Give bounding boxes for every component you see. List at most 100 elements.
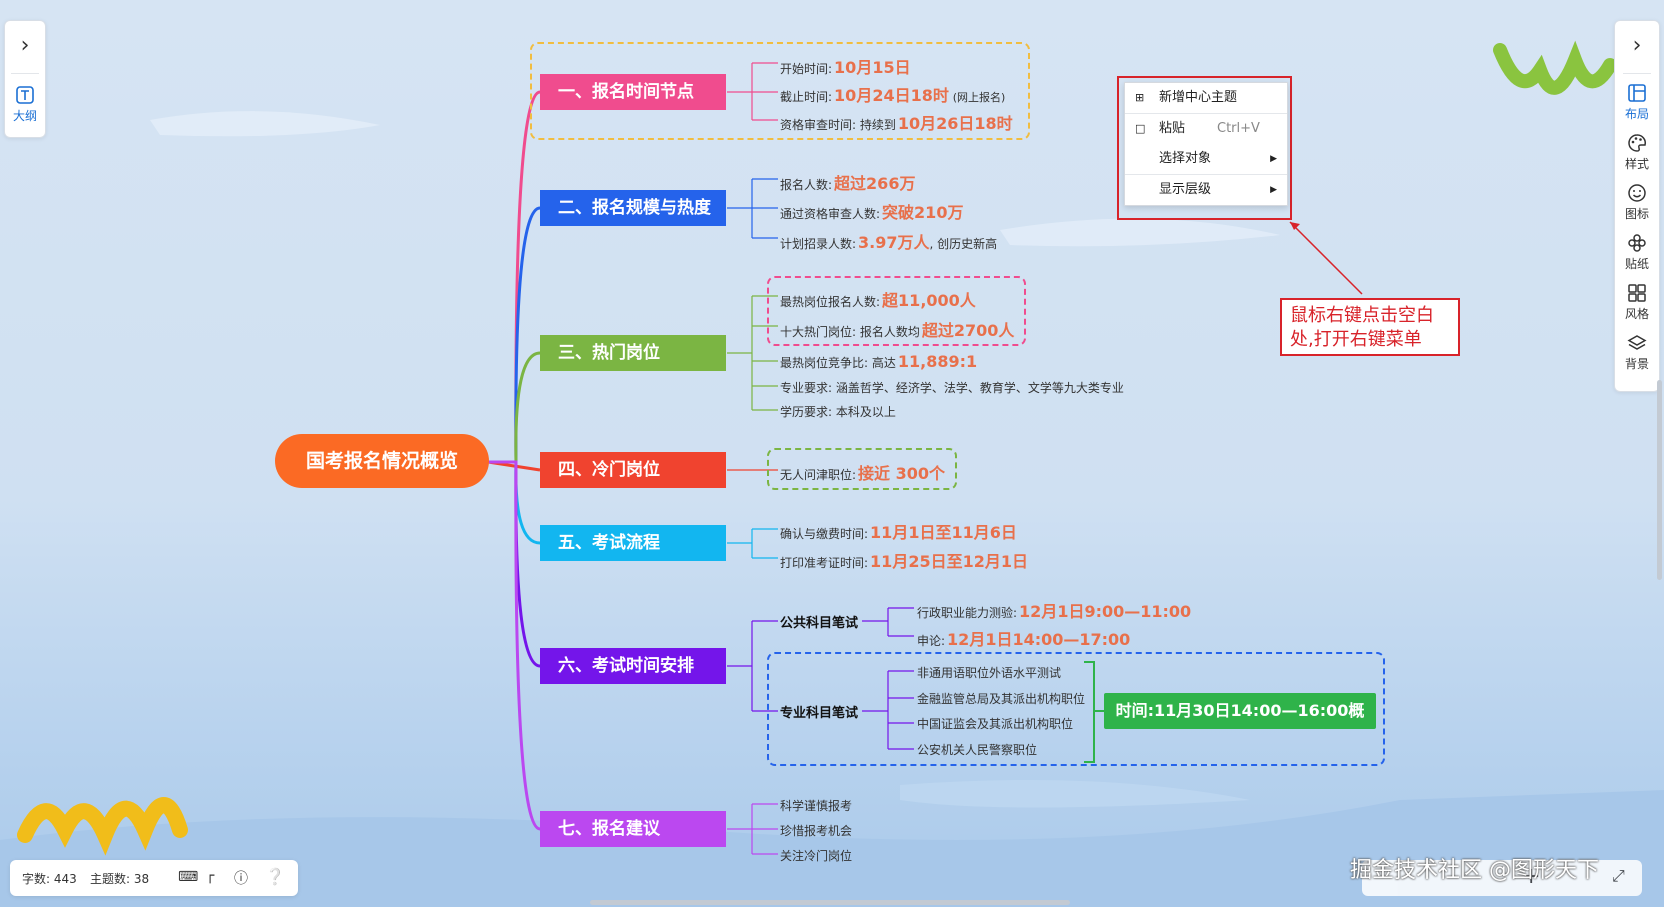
- leaf-essay-test[interactable]: 申论: 12月1日14:00—17:00: [917, 626, 1130, 650]
- leaf-suggestion[interactable]: 科学谨慎报考: [780, 797, 852, 814]
- leaf-text: 关注冷门岗位: [780, 849, 853, 863]
- leaf-text: 报名人数:: [780, 178, 833, 192]
- submenu-arrow-icon: ▶: [1270, 185, 1277, 195]
- leaf-highlight: 11月25日至12月1日: [870, 552, 1028, 571]
- leaf-text: 专业要求: 涵盖哲学、经济学、法学、教育学、文学等九大类专业: [780, 381, 1124, 395]
- annotation-text-line: 处,打开右键菜单: [1290, 329, 1422, 350]
- branch-label: 二、报名规模与热度: [558, 198, 711, 218]
- structure-icon[interactable]: ┌: [206, 868, 214, 884]
- leaf-highlight: 接近 300个: [858, 464, 946, 483]
- menu-item-label: 显示层级: [1159, 182, 1212, 197]
- info-icon[interactable]: ⓘ: [234, 868, 248, 888]
- leaf-text: 确认与缴费时间:: [780, 527, 869, 541]
- leaf-highlight: 10月24日18时: [834, 86, 949, 105]
- leaf-pro-item[interactable]: 金融监管总局及其派出机构职位: [917, 690, 1085, 707]
- leaf-highlight: 12月1日9:00—11:00: [1019, 602, 1192, 621]
- leaf-highlight: 11,889:1: [897, 352, 978, 371]
- paste-icon: □: [1135, 122, 1146, 135]
- leaf-text: 申论:: [917, 634, 946, 648]
- leaf-end-time[interactable]: 截止时间: 10月24日18时 (网上报名): [780, 82, 1005, 106]
- leaf-highlight: 超11,000人: [882, 291, 976, 310]
- keyboard-icon[interactable]: ⌨: [178, 869, 198, 885]
- menu-item-add-center-topic[interactable]: ⊞ 新增中心主题: [1125, 83, 1287, 113]
- branch-registration-timeline[interactable]: 一、报名时间节点: [540, 74, 726, 110]
- word-count: 字数: 443: [22, 872, 77, 886]
- topic-count: 主题数: 38: [90, 872, 150, 886]
- leaf-degree-requirement[interactable]: 学历要求: 本科及以上: [780, 403, 896, 420]
- leaf-text: 学历要求: 本科及以上: [780, 405, 896, 419]
- branch-suggestions[interactable]: 七、报名建议: [540, 811, 726, 847]
- root-topic[interactable]: 国考报名情况概览: [275, 434, 489, 488]
- menu-item-label: 新增中心主题: [1159, 90, 1238, 105]
- fullscreen-icon[interactable]: ⤢: [1612, 866, 1625, 886]
- leaf-planned-hires[interactable]: 计划招录人数: 3.97万人, 创历史新高: [780, 229, 997, 253]
- branch-exam-process[interactable]: 五、考试流程: [540, 525, 726, 561]
- leaf-admin-test[interactable]: 行政职业能力测验: 12月1日9:00—11:00: [917, 598, 1191, 622]
- leaf-text: 公安机关人民警察职位: [917, 743, 1038, 757]
- leaf-highlight: 3.97万人: [858, 233, 930, 252]
- menu-item-label: 粘贴: [1159, 121, 1186, 136]
- leaf-suggestion[interactable]: 珍惜报考机会: [780, 822, 852, 839]
- leaf-text: 开始时间:: [780, 62, 833, 76]
- leaf-text: 打印准考证时间:: [780, 556, 869, 570]
- leaf-passed-review[interactable]: 通过资格审查人数: 突破210万: [780, 199, 963, 223]
- pro-time-label: 时间:11月30日14:00—16:00概: [1115, 701, 1365, 720]
- help-icon[interactable]: ❔: [265, 867, 285, 886]
- branch-hot-posts[interactable]: 三、热门岗位: [540, 335, 726, 371]
- status-bar: 字数: 443 主题数: 38 ⌨ ┌ ⓘ ❔: [10, 860, 298, 896]
- subtopic-label: 公共科目笔试: [780, 616, 859, 631]
- menu-item-paste[interactable]: □ 粘贴 Ctrl+V: [1125, 114, 1287, 144]
- leaf-pro-item[interactable]: 中国证监会及其派出机构职位: [917, 715, 1073, 732]
- leaf-review-time[interactable]: 资格审查时间: 持续到 10月26日18时: [780, 110, 1013, 134]
- leaf-highlight: 超过2700人: [921, 321, 1015, 340]
- annotation-callout: 鼠标右键点击空白 处,打开右键菜单: [1280, 298, 1460, 356]
- subtopic-label: 专业科目笔试: [780, 706, 859, 721]
- horizontal-scrollbar[interactable]: [590, 900, 1070, 905]
- subtopic-pro-exam[interactable]: 专业科目笔试: [780, 702, 858, 721]
- menu-item-show-level[interactable]: 显示层级 ▶: [1125, 175, 1287, 205]
- leaf-text: 最热岗位竞争比: 高达: [780, 356, 896, 370]
- branch-scale-heat[interactable]: 二、报名规模与热度: [540, 190, 726, 226]
- leaf-highlight: 11月1日至11月6日: [870, 523, 1017, 542]
- leaf-text: 资格审查时间: 持续到: [780, 118, 896, 132]
- context-menu: ⊞ 新增中心主题 □ 粘贴 Ctrl+V 选择对象 ▶ 显示层级 ▶: [1124, 82, 1288, 206]
- leaf-text: 中国证监会及其派出机构职位: [917, 717, 1074, 731]
- leaf-highlight: 12月1日14:00—17:00: [947, 630, 1131, 649]
- menu-item-shortcut: Ctrl+V: [1217, 121, 1260, 136]
- leaf-highlight: 突破210万: [882, 203, 964, 222]
- leaf-suggestion[interactable]: 关注冷门岗位: [780, 847, 852, 864]
- leaf-top-ten-posts[interactable]: 十大热门岗位: 报名人数均 超过2700人: [780, 317, 1014, 341]
- leaf-text: 计划招录人数:: [780, 237, 857, 251]
- annotation-text-line: 鼠标右键点击空白: [1290, 305, 1434, 326]
- leaf-hottest-applicants[interactable]: 最热岗位报名人数: 超11,000人: [780, 287, 976, 311]
- pro-exam-time-node[interactable]: 时间:11月30日14:00—16:00概: [1104, 693, 1376, 729]
- branch-cold-posts[interactable]: 四、冷门岗位: [540, 452, 726, 488]
- subtopic-public-exam[interactable]: 公共科目笔试: [780, 612, 858, 631]
- leaf-text: 行政职业能力测验:: [917, 606, 1018, 620]
- leaf-pro-item[interactable]: 公安机关人民警察职位: [917, 741, 1037, 758]
- leaf-major-requirement[interactable]: 专业要求: 涵盖哲学、经济学、法学、教育学、文学等九大类专业: [780, 379, 1124, 396]
- leaf-text: 最热岗位报名人数:: [780, 295, 881, 309]
- leaf-highlight: 超过266万: [834, 174, 916, 193]
- leaf-text: 珍惜报考机会: [780, 824, 853, 838]
- root-topic-label: 国考报名情况概览: [305, 450, 458, 472]
- leaf-text: 非通用语职位外语水平测试: [917, 666, 1062, 680]
- watermark: 掘金技术社区 @图形天下: [1350, 858, 1599, 883]
- leaf-unpopular-posts[interactable]: 无人问津职位: 接近 300个: [780, 460, 945, 484]
- leaf-text: 截止时间:: [780, 90, 833, 104]
- leaf-text: 通过资格审查人数:: [780, 207, 881, 221]
- branch-label: 四、冷门岗位: [558, 460, 660, 480]
- leaf-confirm-pay[interactable]: 确认与缴费时间: 11月1日至11月6日: [780, 519, 1017, 543]
- leaf-competition-ratio[interactable]: 最热岗位竞争比: 高达 11,889:1: [780, 352, 977, 371]
- leaf-applicants[interactable]: 报名人数: 超过266万: [780, 170, 915, 194]
- branch-exam-schedule[interactable]: 六、考试时间安排: [540, 648, 726, 684]
- leaf-print-ticket[interactable]: 打印准考证时间: 11月25日至12月1日: [780, 548, 1028, 572]
- leaf-note: (网上报名): [952, 91, 1006, 104]
- leaf-start-time[interactable]: 开始时间: 10月15日: [780, 54, 911, 78]
- leaf-highlight: 10月26日18时: [897, 114, 1013, 133]
- leaf-highlight: 10月15日: [834, 58, 911, 77]
- leaf-text: 科学谨慎报考: [780, 799, 853, 813]
- leaf-note: , 创历史新高: [929, 237, 998, 251]
- menu-item-select-object[interactable]: 选择对象 ▶: [1125, 144, 1287, 174]
- leaf-pro-item[interactable]: 非通用语职位外语水平测试: [917, 664, 1061, 681]
